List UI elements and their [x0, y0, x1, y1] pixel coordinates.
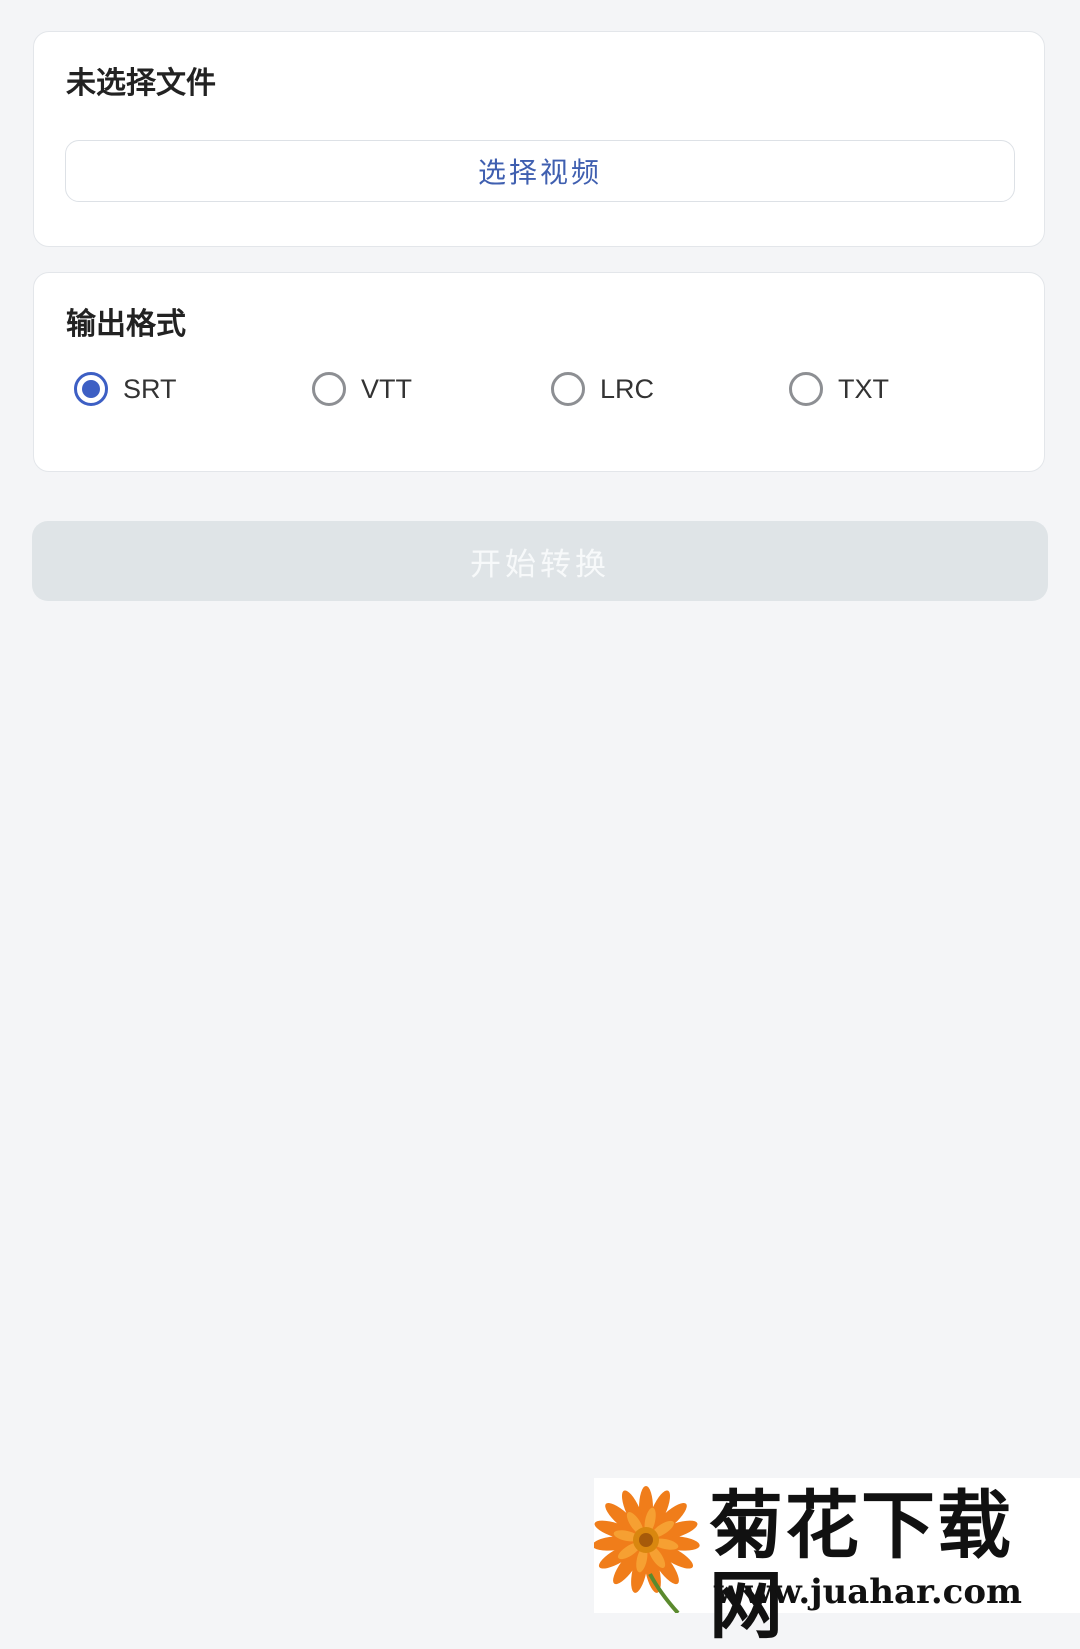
radio-label-vtt: VTT	[361, 373, 412, 404]
radio-label-srt: SRT	[123, 373, 177, 404]
output-format-title: 输出格式	[66, 307, 186, 342]
file-status-title: 未选择文件	[66, 66, 216, 101]
radio-option-srt[interactable]: SRT	[74, 365, 177, 413]
radio-unchecked-icon[interactable]	[789, 372, 823, 406]
watermark-title: 菊花下载网	[709, 1483, 1013, 1649]
file-card: 未选择文件 选择视频	[33, 31, 1045, 247]
radio-option-txt[interactable]: TXT	[789, 365, 889, 413]
radio-option-lrc[interactable]: LRC	[551, 365, 654, 413]
radio-option-vtt[interactable]: VTT	[312, 365, 412, 413]
start-conversion-button[interactable]: 开始转换	[32, 521, 1048, 601]
select-video-button[interactable]: 选择视频	[65, 140, 1015, 202]
watermark-url: www.juahar.com	[714, 1572, 1023, 1612]
radio-checked-icon[interactable]	[74, 372, 108, 406]
watermark-logo: 菊花下载网 www.juahar.com	[594, 1478, 1080, 1646]
output-format-card: 输出格式 SRT VTT LRC TXT	[33, 272, 1045, 472]
flower-icon	[594, 1486, 700, 1613]
radio-unchecked-icon[interactable]	[551, 372, 585, 406]
radio-label-txt: TXT	[838, 373, 889, 404]
radio-unchecked-icon[interactable]	[312, 372, 346, 406]
radio-label-lrc: LRC	[600, 373, 655, 404]
format-radio-group: SRT VTT LRC TXT	[74, 365, 1034, 413]
